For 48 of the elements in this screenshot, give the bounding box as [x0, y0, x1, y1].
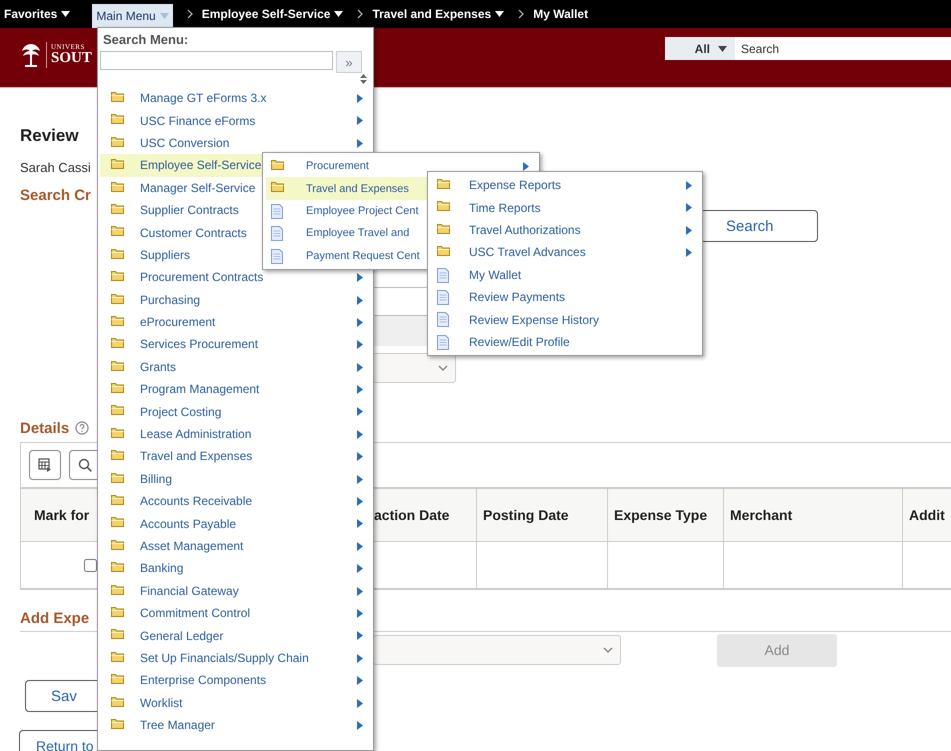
- menu-item[interactable]: Review Expense History: [428, 308, 702, 331]
- menu-item[interactable]: Financial Gateway: [100, 580, 373, 602]
- section-heading: Details: [20, 420, 70, 436]
- column-header: Expense Type: [607, 489, 723, 542]
- menu-item[interactable]: USC Travel Advances: [428, 241, 702, 264]
- main-menu-tab[interactable]: Main Menu: [92, 4, 173, 28]
- favorites-menu[interactable]: Favorites: [4, 7, 58, 21]
- menu-search-label: Search Menu:: [103, 32, 190, 47]
- column-header: Posting Date: [476, 489, 607, 542]
- section-heading: Add Expe: [20, 610, 90, 627]
- column-header: Merchant: [723, 489, 902, 542]
- search-button[interactable]: Search: [700, 210, 818, 242]
- menu-item[interactable]: Purchasing: [100, 288, 373, 311]
- menu-item[interactable]: USC Finance eForms: [100, 109, 373, 132]
- breadcrumb-link[interactable]: Employee Self-Service: [202, 7, 330, 21]
- menu-item[interactable]: Lease Administration: [100, 422, 373, 446]
- menu-item[interactable]: Program Management: [100, 378, 373, 400]
- menu-item[interactable]: Billing: [100, 468, 373, 490]
- menu-item[interactable]: Services Procurement: [100, 333, 373, 356]
- menu-item[interactable]: Review Payments: [428, 286, 702, 308]
- menu-item[interactable]: General Ledger: [100, 624, 373, 647]
- page-title: Review: [20, 126, 79, 147]
- menu-item[interactable]: Set Up Financials/Supply Chain: [100, 646, 373, 670]
- search-scope-dropdown[interactable]: All: [665, 37, 735, 60]
- menu-item[interactable]: Accounts Receivable: [100, 490, 373, 512]
- menu-item[interactable]: Accounts Payable: [100, 512, 373, 535]
- search-field[interactable]: Search: [735, 37, 951, 60]
- menu-item[interactable]: eProcurement: [100, 310, 373, 334]
- breadcrumb-link[interactable]: My Wallet: [533, 7, 588, 21]
- menu-item[interactable]: USC Conversion: [100, 132, 373, 154]
- section-heading: Search Cr: [20, 187, 91, 204]
- menu-item[interactable]: Banking: [100, 557, 373, 580]
- logo-text: SOUT: [51, 51, 92, 66]
- menu-item[interactable]: Grants: [100, 356, 373, 378]
- column-header: Addit: [902, 489, 951, 542]
- menu-item[interactable]: Review/Edit Profile: [428, 330, 702, 354]
- breadcrumb-link[interactable]: Travel and Expenses: [372, 7, 492, 21]
- go-button[interactable]: »: [336, 51, 362, 73]
- menu-item[interactable]: My Wallet: [428, 264, 702, 286]
- menu-item[interactable]: Manage GT eForms 3.x: [100, 87, 373, 110]
- menu-item[interactable]: Commitment Control: [100, 602, 373, 624]
- menu-item[interactable]: Travel Authorizations: [428, 218, 702, 242]
- menu-item[interactable]: Tree Manager: [100, 714, 373, 736]
- user-name: Sarah Cassi: [20, 160, 91, 175]
- menu-item[interactable]: Project Costing: [100, 400, 373, 423]
- menu-item[interactable]: Travel and Expenses: [100, 445, 373, 468]
- column-header: action Date: [374, 489, 476, 542]
- menu-item[interactable]: Procurement Contracts: [100, 266, 373, 289]
